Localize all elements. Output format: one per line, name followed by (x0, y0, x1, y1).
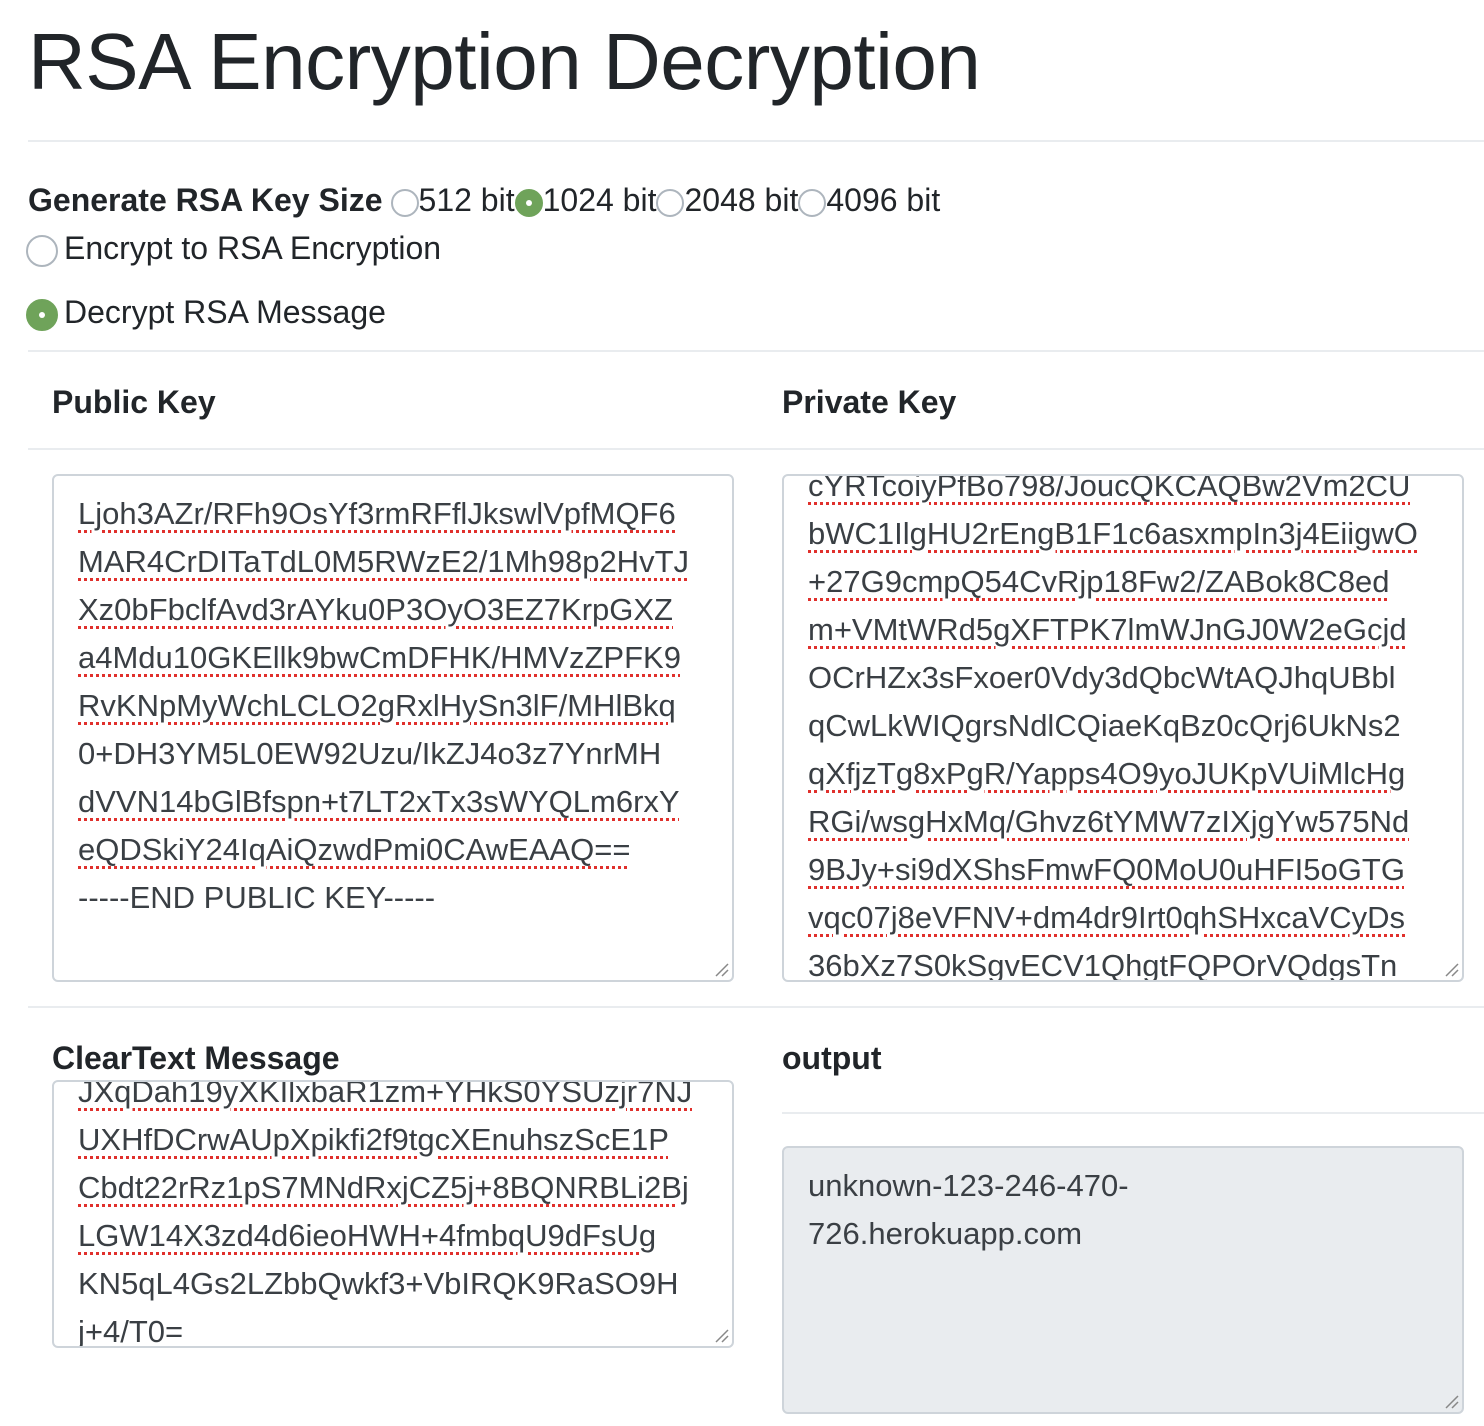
resize-handle-icon[interactable] (1444, 1394, 1460, 1410)
divider (28, 448, 1484, 450)
public-key-line: eQDSkiY24IqAiQzwdPmi0CAwEAAQ== (78, 832, 631, 867)
public-key-line: -----END PUBLIC KEY----- (78, 880, 436, 915)
private-key-line: vqc07j8eVFNV+dm4dr9Irt0qhSHxcaVCyDs (808, 900, 1406, 935)
public-key-line: dVVN14bGlBfspn+t7LT2xTx3sWYQLm6rxY (78, 784, 680, 819)
output-line: unknown-123-246-470- (808, 1168, 1129, 1203)
private-key-line: +27G9cmpQ54CvRjp18Fw2/ZABok8C8ed (808, 564, 1390, 599)
public-key-line: Ljoh3AZr/RFh9OsYf3rmRFflJkswlVpfMQF6 (78, 496, 676, 531)
public-key-line: 0+DH3YM5L0EW92Uzu/IkZJ4o3z7YnrMH (78, 736, 662, 771)
divider (28, 140, 1484, 142)
private-key-line: 9BJy+si9dXShsFmwFQ0MoU0uHFI5oGTG (808, 852, 1405, 887)
cleartext-line: Cbdt22rRz1pS7MNdRxjCZ5j+8BQNRBLi2Bj (78, 1170, 689, 1205)
key-size-512-radio[interactable] (390, 189, 419, 217)
public-key-textarea[interactable]: Ljoh3AZr/RFh9OsYf3rmRFflJkswlVpfMQF6 MAR4… (52, 474, 734, 982)
public-key-label: Public Key (52, 384, 216, 420)
key-size-1024-radio[interactable] (514, 189, 543, 217)
key-size-1024-option[interactable]: 1024 bit (514, 181, 657, 219)
output-text: unknown-123-246-470- 726.herokuapp.com (808, 1162, 1442, 1258)
private-key-text: cYRTcoiyPfBo798/JoucQKCAQBw2Vm2CU bWC1Ilg… (808, 474, 1442, 982)
cleartext-label: ClearText Message (52, 1040, 340, 1076)
resize-handle-icon[interactable] (714, 1328, 730, 1344)
private-key-label: Private Key (782, 384, 957, 420)
encrypt-label: Encrypt to RSA Encryption (64, 229, 442, 266)
public-key-line: Xz0bFbclfAvd3rAYku0P3OyO3EZ7KrpGXZ (78, 592, 673, 627)
encrypt-radio[interactable] (26, 235, 58, 267)
page-title: RSA Encryption Decryption (28, 17, 981, 106)
cleartext-line: KN5qL4Gs2LZbbQwkf3+VbIRQK9RaSO9H (78, 1266, 679, 1301)
decrypt-option[interactable]: Decrypt RSA Message (26, 290, 386, 334)
private-key-line: m+VMtWRd5gXFTPK7lmWJnGJ0W2eGcjd (808, 612, 1407, 647)
key-size-label: Generate RSA Key Size (28, 181, 383, 218)
output-label: output (782, 1040, 882, 1076)
private-key-line: qXfjzTg8xPgR/Yapps4O9yoJUKpVUiMlcHg (808, 756, 1406, 791)
public-key-text: Ljoh3AZr/RFh9OsYf3rmRFflJkswlVpfMQF6 MAR4… (78, 490, 712, 922)
public-key-line: MAR4CrDITaTdL0M5RWzE2/1Mh98p2HvTJ (78, 544, 690, 579)
private-key-textarea[interactable]: cYRTcoiyPfBo798/JoucQKCAQBw2Vm2CU bWC1Ilg… (782, 474, 1464, 982)
divider (28, 1006, 1484, 1008)
key-size-2048-label: 2048 bit (684, 181, 799, 218)
divider (782, 1112, 1484, 1114)
private-key-line: qCwLkWIQgrsNdlCQiaeKqBz0cQrj6UkNs2 (808, 708, 1401, 743)
private-key-line: cYRTcoiyPfBo798/JoucQKCAQBw2Vm2CU (808, 474, 1411, 503)
cleartext-textarea[interactable]: JXqDah19yXKIlxbaR1zm+YHkS0YSUzjr7NJ UXHfD… (52, 1080, 734, 1348)
decrypt-radio[interactable] (26, 299, 58, 331)
resize-handle-icon[interactable] (1444, 962, 1460, 978)
output-textarea[interactable]: unknown-123-246-470- 726.herokuapp.com (782, 1146, 1464, 1414)
private-key-line: 36bXz7S0kSgvECV1QhgtFQPOrVQdgsTn (808, 948, 1398, 982)
private-key-line: bWC1IlgHU2rEngB1F1c6asxmpIn3j4EiigwO (808, 516, 1418, 551)
private-key-line: RGi/wsgHxMq/Ghvz6tYMW7zIXjgYw575Nd (808, 804, 1410, 839)
encrypt-option[interactable]: Encrypt to RSA Encryption (26, 226, 441, 270)
cleartext-line: LGW14X3zd4d6ieoHWH+4fmbqU9dFsUg (78, 1218, 657, 1253)
key-size-512-label: 512 bit (418, 181, 515, 218)
cleartext-line: UXHfDCrwAUpXpikfi2f9tgcXEnuhszScE1P (78, 1122, 669, 1157)
output-line: 726.herokuapp.com (808, 1216, 1083, 1251)
decrypt-label: Decrypt RSA Message (64, 293, 386, 330)
key-size-512-option[interactable]: 512 bit (390, 181, 515, 219)
public-key-line: RvKNpMyWchLCLO2gRxlHySn3lF/MHlBkq (78, 688, 676, 723)
divider (28, 350, 1484, 352)
cleartext-text: JXqDah19yXKIlxbaR1zm+YHkS0YSUzjr7NJ UXHfD… (78, 1080, 712, 1348)
public-key-line: a4Mdu10GKEllk9bwCmDFHK/HMVzZPFK9 (78, 640, 681, 675)
key-size-group: Generate RSA Key Size 512 bit 1024 bit 2… (28, 178, 940, 222)
key-size-2048-option[interactable]: 2048 bit (656, 182, 798, 219)
key-size-1024-label: 1024 bit (542, 181, 657, 218)
private-key-line: OCrHZx3sFxoer0Vdy3dQbcWtAQJhqUBbl (808, 660, 1396, 695)
key-size-4096-label: 4096 bit (826, 181, 941, 218)
cleartext-line: j+4/T0= (78, 1314, 184, 1348)
cleartext-line: JXqDah19yXKIlxbaR1zm+YHkS0YSUzjr7NJ (78, 1080, 693, 1109)
key-size-4096-option[interactable]: 4096 bit (798, 182, 940, 219)
key-size-4096-radio[interactable] (798, 189, 827, 217)
resize-handle-icon[interactable] (714, 962, 730, 978)
key-size-2048-radio[interactable] (656, 189, 685, 217)
